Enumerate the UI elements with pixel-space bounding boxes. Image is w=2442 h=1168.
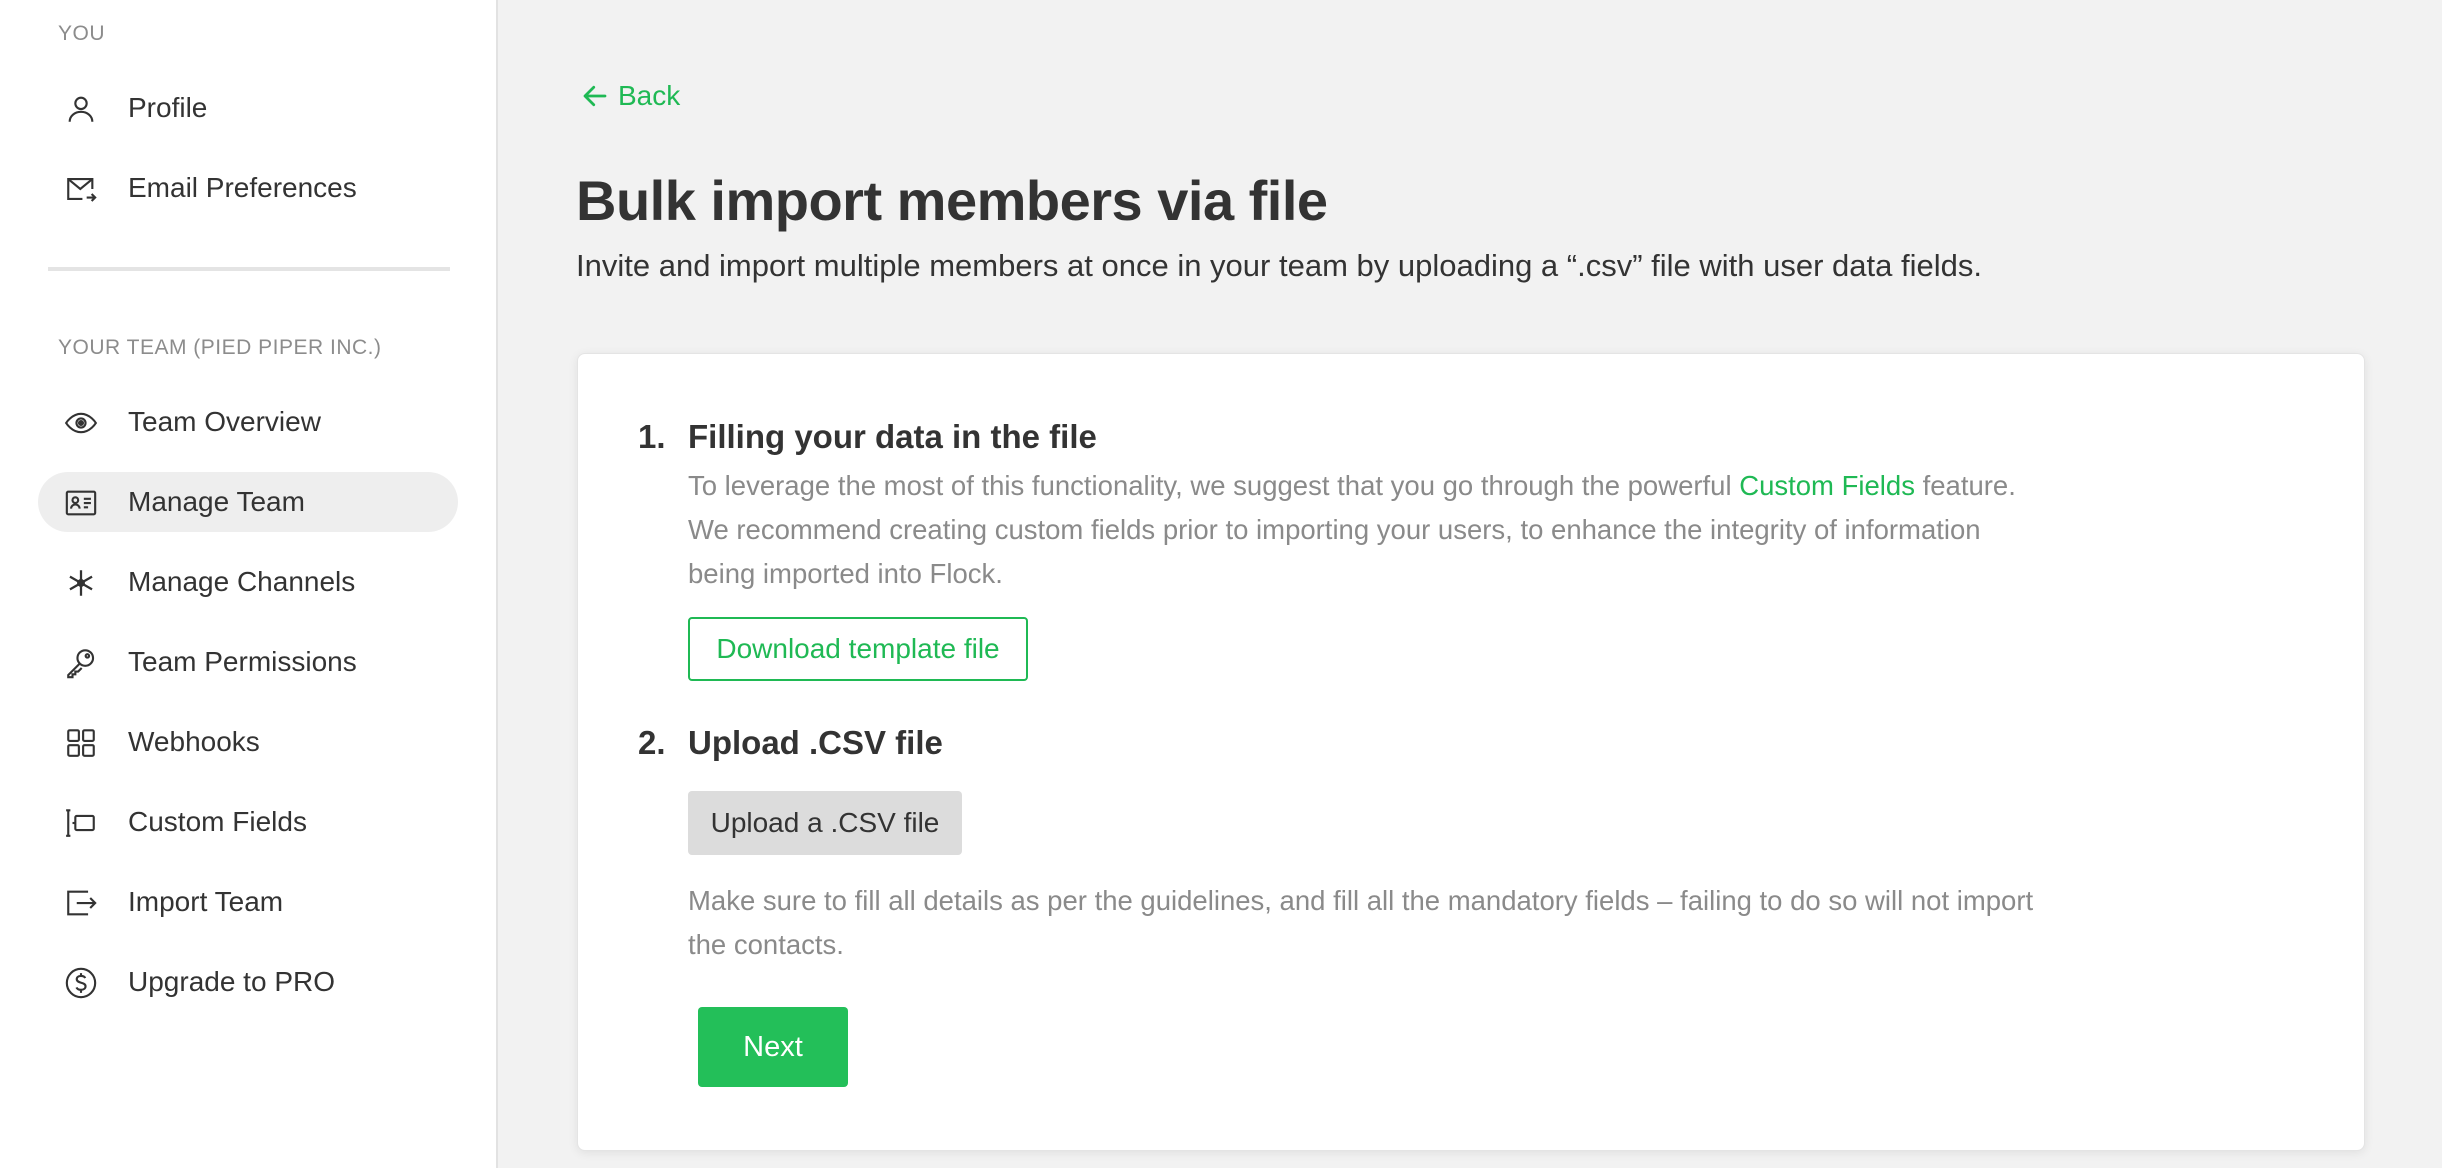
back-label: Back xyxy=(618,80,681,111)
page-title: Bulk import members via file xyxy=(576,169,1328,232)
asterisk-icon xyxy=(64,566,98,600)
sidebar-item-upgrade-to-pro[interactable]: Upgrade to PRO xyxy=(38,952,458,1012)
step-2-number: 2. xyxy=(638,724,666,761)
settings-sidebar: YOU Profile Email Preferences YOUR TEAM … xyxy=(0,0,498,1168)
import-card: 1. Filling your data in the file To leve… xyxy=(577,353,2365,1151)
sidebar-item-label: Profile xyxy=(128,92,208,123)
download-template-button[interactable]: Download template file xyxy=(688,617,1028,681)
team-section-label: YOUR TEAM (PIED PIPER INC.) xyxy=(58,336,382,359)
sidebar-item-profile[interactable]: Profile xyxy=(38,78,458,138)
sidebar-item-import-team[interactable]: Import Team xyxy=(38,872,458,932)
sidebar-item-custom-fields[interactable]: Custom Fields xyxy=(38,792,458,852)
dollar-icon xyxy=(64,966,98,1000)
sidebar-item-email-preferences[interactable]: Email Preferences xyxy=(38,158,458,218)
back-link[interactable]: Back xyxy=(580,80,680,112)
sidebar-item-manage-channels[interactable]: Manage Channels xyxy=(38,552,458,612)
custom-fields-link[interactable]: Custom Fields xyxy=(1739,470,1915,501)
sidebar-item-team-overview[interactable]: Team Overview xyxy=(38,392,458,452)
next-button[interactable]: Next xyxy=(698,1007,848,1087)
custom-fields-icon xyxy=(64,806,98,840)
step-1-desc-text: To leverage the most of this functionali… xyxy=(688,470,1740,501)
import-icon xyxy=(64,886,98,920)
arrow-left-icon xyxy=(583,85,607,107)
email-icon xyxy=(64,172,98,206)
you-section-label: YOU xyxy=(58,22,106,45)
sidebar-item-label: Email Preferences xyxy=(128,172,357,203)
user-icon xyxy=(64,92,98,126)
upload-csv-button[interactable]: Upload a .CSV file xyxy=(688,791,962,855)
id-card-icon xyxy=(64,486,98,520)
eye-icon xyxy=(64,406,98,440)
upload-note: Make sure to fill all details as per the… xyxy=(688,885,2034,960)
step-1-description: To leverage the most of this functionali… xyxy=(688,464,2048,596)
sidebar-item-manage-team[interactable]: Manage Team xyxy=(38,472,458,532)
grid-icon xyxy=(64,726,98,760)
sidebar-divider xyxy=(48,267,450,271)
sidebar-item-webhooks[interactable]: Webhooks xyxy=(38,712,458,772)
step-1-title: Filling your data in the file xyxy=(688,418,1097,455)
sidebar-item-label: Import Team xyxy=(128,886,284,917)
page-subtitle: Invite and import multiple members at on… xyxy=(576,248,1982,283)
sidebar-item-label: Manage Channels xyxy=(128,566,356,597)
key-icon xyxy=(64,646,98,680)
sidebar-item-label: Manage Team xyxy=(128,486,305,517)
sidebar-item-team-permissions[interactable]: Team Permissions xyxy=(38,632,458,692)
step-1-number: 1. xyxy=(638,418,666,455)
sidebar-item-label: Custom Fields xyxy=(128,806,307,837)
sidebar-item-label: Team Overview xyxy=(128,406,321,437)
sidebar-item-label: Webhooks xyxy=(128,726,260,757)
sidebar-item-label: Upgrade to PRO xyxy=(128,966,335,997)
sidebar-item-label: Team Permissions xyxy=(128,646,357,677)
step-2-title: Upload .CSV file xyxy=(688,724,943,761)
